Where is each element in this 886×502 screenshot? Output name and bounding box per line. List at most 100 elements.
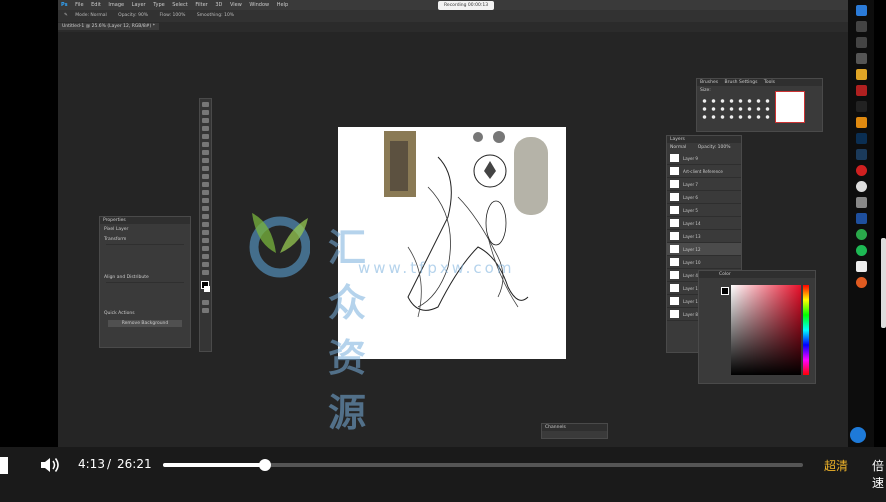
menu-file[interactable]: File [75, 2, 83, 8]
channels-panel[interactable]: Channels [541, 423, 608, 439]
speed-button[interactable]: 倍速 [872, 457, 886, 491]
align-icons[interactable] [106, 282, 184, 309]
layer-name: Layer 9 [683, 155, 698, 161]
layer-row[interactable]: Layer 6 [667, 191, 741, 204]
orange-app-icon[interactable] [855, 117, 867, 128]
healing-tool-icon[interactable] [202, 158, 209, 163]
option-flow[interactable]: Flow: 100% [160, 13, 186, 18]
layer-row[interactable]: Layer 14 [667, 217, 741, 230]
marquee-tool-icon[interactable] [202, 110, 209, 115]
tab-tools[interactable]: Tools [764, 80, 775, 85]
color-picker-field[interactable] [731, 285, 801, 375]
search-icon[interactable] [855, 21, 867, 32]
remove-background-button[interactable]: Remove Background [108, 320, 182, 327]
screen-mode-icon[interactable] [202, 308, 209, 313]
orange-circle-app-icon[interactable] [855, 277, 867, 288]
layer-row[interactable]: Art-client Reference [667, 165, 741, 178]
properties-section-transform[interactable]: Transform [100, 235, 190, 244]
option-smoothing[interactable]: Smoothing: 10% [197, 13, 234, 18]
layer-row[interactable]: Layer 13 [667, 230, 741, 243]
quick-mask-icon[interactable] [202, 300, 209, 305]
layer-row[interactable]: Layer 5 [667, 204, 741, 217]
total-time: 26:21 [117, 457, 152, 471]
type-tool-icon[interactable] [202, 230, 209, 235]
hue-slider[interactable] [803, 285, 809, 375]
menu-image[interactable]: Image [108, 2, 124, 8]
layer-row[interactable]: Layer 7 [667, 178, 741, 191]
tab-brush-settings[interactable]: Brush Settings [725, 80, 758, 85]
crop-tool-icon[interactable] [202, 134, 209, 139]
navigator-thumbnail[interactable] [775, 91, 805, 123]
option-mode[interactable]: Mode: Normal [75, 13, 107, 18]
layer-name: Layer 6 [683, 194, 698, 200]
dodge-tool-icon[interactable] [202, 214, 209, 219]
properties-section-quick-actions[interactable]: Quick Actions [100, 309, 190, 318]
option-opacity[interactable]: Opacity: 90% [118, 13, 148, 18]
properties-section-align[interactable]: Align and Distribute [100, 273, 190, 282]
brush-presets[interactable] [700, 97, 770, 121]
eyedropper-tool-icon[interactable] [202, 150, 209, 155]
chat-bubble-icon[interactable] [850, 427, 866, 443]
document-canvas[interactable] [338, 127, 566, 359]
menu-edit[interactable]: Edit [91, 2, 101, 8]
folder-app-icon[interactable] [855, 69, 867, 80]
side-scroll-handle[interactable] [881, 238, 886, 328]
path-select-tool-icon[interactable] [202, 238, 209, 243]
hand-tool-icon[interactable] [202, 254, 209, 259]
pen-tool-icon[interactable] [202, 222, 209, 227]
spotify-app-icon[interactable] [855, 245, 867, 256]
brush-tool-icon[interactable] [202, 166, 209, 171]
blur-tool-icon[interactable] [202, 206, 209, 211]
photoshop-window: Ps File Edit Image Layer Type Select Fil… [58, 0, 848, 447]
green-app-icon[interactable] [855, 229, 867, 240]
task-view-icon[interactable] [855, 37, 867, 48]
stamp-tool-icon[interactable] [202, 174, 209, 179]
channels-title: Channels [542, 424, 607, 431]
menu-window[interactable]: Window [249, 2, 269, 8]
white-app-icon[interactable] [855, 261, 867, 272]
chrome-app-icon[interactable] [855, 181, 867, 192]
windows-start-icon[interactable] [855, 5, 867, 16]
layer-row[interactable]: Layer 10 [667, 256, 741, 269]
transform-fields[interactable] [106, 244, 184, 273]
quality-button[interactable]: 超清 [824, 457, 848, 474]
background-color-swatch[interactable] [204, 286, 210, 292]
frame-tool-icon[interactable] [202, 142, 209, 147]
grey-app-icon[interactable] [855, 197, 867, 208]
blend-mode-select[interactable]: Normal [670, 145, 686, 150]
document-tab[interactable]: Untitled-1 @ 25.6% (Layer 12, RGB/8#) * [58, 22, 848, 32]
blue-app-icon[interactable] [855, 213, 867, 224]
brush-tool-icon[interactable]: ✎ [58, 13, 74, 18]
red-circle-app-icon[interactable] [855, 165, 867, 176]
menu-select[interactable]: Select [172, 2, 187, 8]
settings-app-icon[interactable] [855, 53, 867, 64]
more-tools-icon[interactable] [202, 270, 209, 275]
volume-icon[interactable] [40, 456, 60, 474]
menu-layer[interactable]: Layer [132, 2, 146, 8]
layer-row[interactable]: Layer 12 [667, 243, 741, 256]
zoom-tool-icon[interactable] [202, 262, 209, 267]
red-app-icon[interactable] [855, 85, 867, 96]
gradient-tool-icon[interactable] [202, 198, 209, 203]
tab-brushes[interactable]: Brushes [700, 80, 718, 85]
eraser-tool-icon[interactable] [202, 190, 209, 195]
menu-type[interactable]: Type [153, 2, 164, 8]
move-tool-icon[interactable] [202, 102, 209, 107]
quick-select-tool-icon[interactable] [202, 126, 209, 131]
dark-app-icon[interactable] [855, 101, 867, 112]
history-brush-tool-icon[interactable] [202, 182, 209, 187]
layer-opacity[interactable]: Opacity: 100% [698, 145, 731, 150]
steam-app-icon[interactable] [855, 149, 867, 160]
progress-knob[interactable] [259, 459, 271, 471]
shape-tool-icon[interactable] [202, 246, 209, 251]
menu-3d[interactable]: 3D [215, 2, 222, 8]
menu-help[interactable]: Help [277, 2, 288, 8]
layer-thumbnail [670, 297, 679, 305]
fg-bg-swatch[interactable] [721, 287, 729, 295]
photoshop-app-icon[interactable] [855, 133, 867, 144]
lasso-tool-icon[interactable] [202, 118, 209, 123]
pause-button[interactable] [0, 457, 8, 474]
layer-row[interactable]: Layer 9 [667, 152, 741, 165]
menu-filter[interactable]: Filter [195, 2, 207, 8]
menu-view[interactable]: View [230, 2, 242, 8]
